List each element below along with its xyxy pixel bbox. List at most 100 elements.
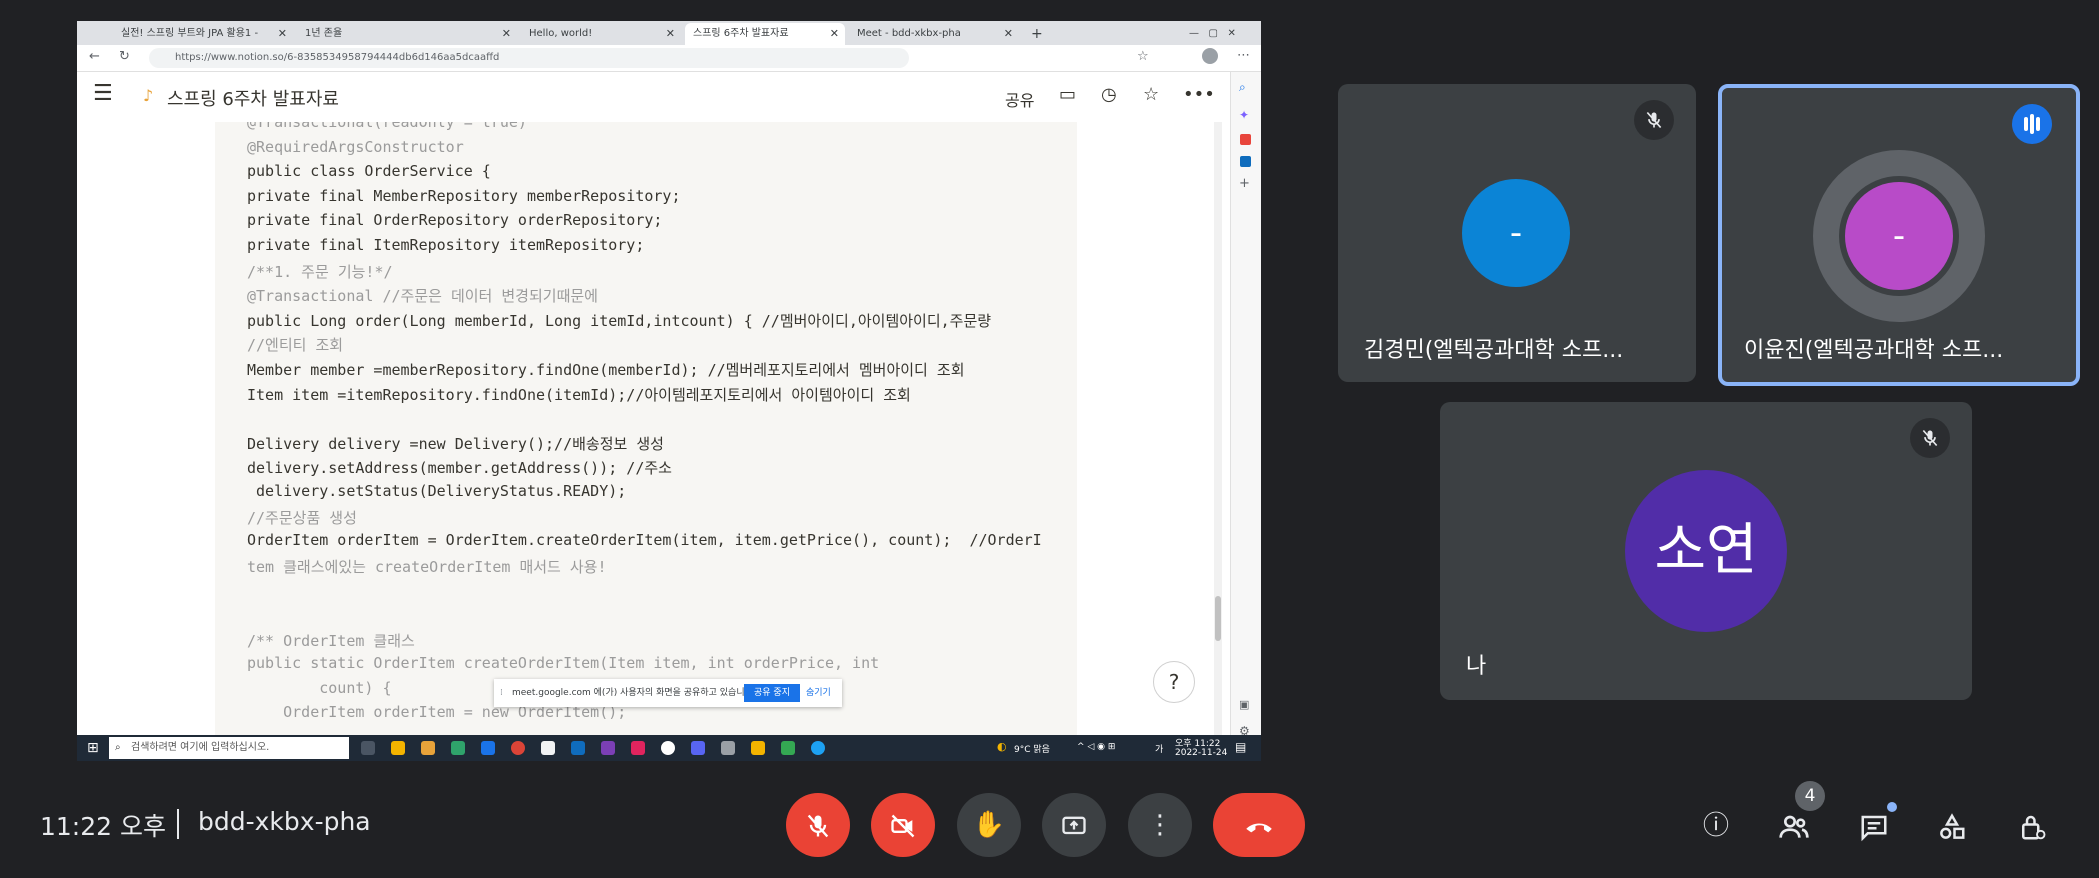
code-line: //주문상품 생성 [247, 508, 357, 527]
code-line: /** OrderItem 클래스 [247, 631, 415, 650]
more-options-button[interactable]: ⋮ [1128, 793, 1192, 857]
github-icon[interactable] [661, 741, 675, 755]
raise-hand-button[interactable]: ✋ [957, 793, 1021, 857]
add-icon[interactable]: + [1239, 176, 1250, 191]
window-controls[interactable]: — ▢ ✕ [1181, 23, 1261, 45]
activities-icon[interactable] [1930, 804, 1974, 848]
mic-off-icon [1910, 418, 1950, 458]
edge-icon[interactable] [811, 741, 825, 755]
close-icon[interactable]: ✕ [1004, 23, 1013, 45]
code-block: @Transactional(readOnly = true) @Required… [215, 122, 1077, 747]
more-options-icon[interactable]: ••• [1183, 84, 1215, 105]
code-line: public static OrderItem createOrderItem(… [247, 654, 880, 673]
host-controls-icon[interactable] [2010, 804, 2054, 848]
participant-name: 이윤진(엘텍공과대학 소프... [1744, 338, 2004, 363]
weather-text: 9°C 맑음 [1014, 745, 1050, 755]
tab-label: 1년 존율 [305, 28, 343, 39]
browser-tab-active[interactable]: 스프링 6주차 발표자료 ✕ [685, 23, 845, 45]
leave-call-button[interactable] [1213, 793, 1305, 857]
history-icon[interactable]: ◷ [1101, 84, 1117, 105]
weather-icon: ◐ [997, 740, 1007, 753]
scrollbar-thumb[interactable] [1215, 596, 1221, 641]
address-bar: ← ↻ https://www.notion.so/6-835853495879… [77, 45, 1261, 72]
stop-sharing-button[interactable]: 공유 중지 [744, 684, 800, 702]
avatar: - [1462, 179, 1570, 287]
participant-tile-active-speaker[interactable]: - 이윤진(엘텍공과대학 소프... [1718, 84, 2080, 386]
chat-notification-dot [1887, 802, 1897, 812]
taskbar-search-input[interactable]: ⌕ 검색하려면 여기에 입력하십시오. [109, 737, 349, 759]
code-line: Delivery delivery =new Delivery();//배송정보… [247, 434, 664, 453]
taskbar-clock-date: 2022-11-24 [1175, 748, 1228, 758]
more-icon[interactable]: ⋯ [1237, 48, 1250, 63]
screen-share-notice: ⁞ meet.google.com 에(가) 사용자의 화면을 공유하고 있습니… [494, 679, 842, 707]
app-icon[interactable] [781, 741, 795, 755]
close-icon[interactable]: ✕ [830, 23, 839, 45]
code-line: @Transactional(readOnly = true) [247, 122, 527, 131]
mic-off-icon [1634, 100, 1674, 140]
search-icon[interactable]: ⌕ [1239, 80, 1246, 95]
help-button[interactable]: ? [1153, 661, 1195, 703]
meeting-time: 11:22 오후 [40, 812, 166, 841]
notification-icon[interactable]: ▤ [1235, 740, 1246, 754]
comment-icon[interactable]: ▭ [1059, 84, 1076, 105]
page-scrollbar[interactable] [1214, 122, 1222, 747]
participant-tile[interactable]: - 김경민(엘텍공과대학 소프... [1338, 84, 1696, 382]
notepad-icon[interactable] [541, 741, 555, 755]
code-line: private final OrderRepository orderRepos… [247, 211, 663, 230]
ime-indicator[interactable]: 가 [1155, 742, 1163, 755]
code-line: delivery.setAddress(member.getAddress())… [247, 459, 672, 478]
hide-notice-button[interactable]: 숨기기 [806, 684, 831, 702]
office-icon[interactable] [1240, 134, 1251, 145]
close-icon[interactable]: ✕ [666, 23, 675, 45]
mail-icon[interactable] [481, 741, 495, 755]
participant-tile-self[interactable]: 소연 나 [1440, 402, 1972, 700]
share-button[interactable]: 공유 [1005, 87, 1034, 111]
code-line: tem 클래스에있는 createOrderItem 매서드 사용! [247, 557, 607, 576]
back-icon[interactable]: ← [89, 49, 100, 64]
share-notice-text: meet.google.com 에(가) 사용자의 화면을 공유하고 있습니다. [512, 688, 756, 698]
url-field[interactable]: https://www.notion.so/6-8358534958794444… [149, 48, 909, 68]
close-icon[interactable]: ✕ [502, 23, 511, 45]
menu-icon[interactable]: ☰ [93, 81, 113, 106]
code-line: @Transactional //주문은 데이터 변경되기때문에 [247, 287, 598, 306]
profile-avatar[interactable] [1202, 48, 1218, 64]
search-icon: ⌕ [115, 742, 121, 753]
code-line: count) { [247, 678, 392, 697]
browser-tab[interactable]: Hello, world! ✕ [521, 23, 681, 45]
speaking-indicator-icon [2012, 104, 2052, 144]
tray-icons[interactable]: ^ ◁ ◉ ⊞ [1077, 742, 1115, 752]
camera-toggle-button[interactable] [871, 793, 935, 857]
close-icon[interactable]: ✕ [278, 23, 287, 45]
task-view-icon[interactable] [361, 741, 375, 755]
favorite-star-icon[interactable]: ☆ [1143, 84, 1159, 105]
app-icon[interactable] [721, 741, 735, 755]
visual-studio-icon[interactable] [601, 741, 615, 755]
intellij-icon[interactable] [631, 741, 645, 755]
windows-start-icon[interactable]: ⊞ [87, 740, 99, 756]
outlook-icon[interactable] [1240, 156, 1251, 167]
browser-tab[interactable]: Meet - bdd-xkbx-pha ✕ [849, 23, 1019, 45]
browser-tab[interactable]: 1년 존율 ✕ [297, 23, 517, 45]
reload-icon[interactable]: ↻ [119, 49, 130, 64]
microphone-toggle-button[interactable] [786, 793, 850, 857]
code-line: private final ItemRepository itemReposit… [247, 236, 645, 254]
app-icon[interactable] [421, 741, 435, 755]
sparkle-icon[interactable]: ✦ [1239, 108, 1249, 122]
discord-icon[interactable] [691, 741, 705, 755]
favorites-icon[interactable]: ☆ [1137, 49, 1149, 64]
folder-icon[interactable] [751, 741, 765, 755]
chrome-icon[interactable] [511, 741, 525, 755]
people-count-badge: 4 [1795, 781, 1825, 811]
new-tab-icon[interactable]: + [1023, 23, 1045, 45]
file-explorer-icon[interactable] [391, 741, 405, 755]
app-icon[interactable] [451, 741, 465, 755]
meeting-details-icon[interactable]: ⓘ [1694, 804, 1738, 848]
vscode-icon[interactable] [571, 741, 585, 755]
drag-handle-icon[interactable]: ⁞ [500, 684, 503, 702]
participant-name: 김경민(엘텍공과대학 소프... [1364, 338, 1624, 363]
present-screen-button[interactable] [1042, 793, 1106, 857]
code-line: @RequiredArgsConstructor [247, 137, 464, 156]
sidebar-toggle-icon[interactable]: ▣ [1239, 698, 1249, 711]
code-line: Member member =memberRepository.findOne(… [247, 361, 965, 379]
browser-tab[interactable]: 실전! 스프링 부트와 JPA 활용1 - ✕ [113, 23, 293, 45]
